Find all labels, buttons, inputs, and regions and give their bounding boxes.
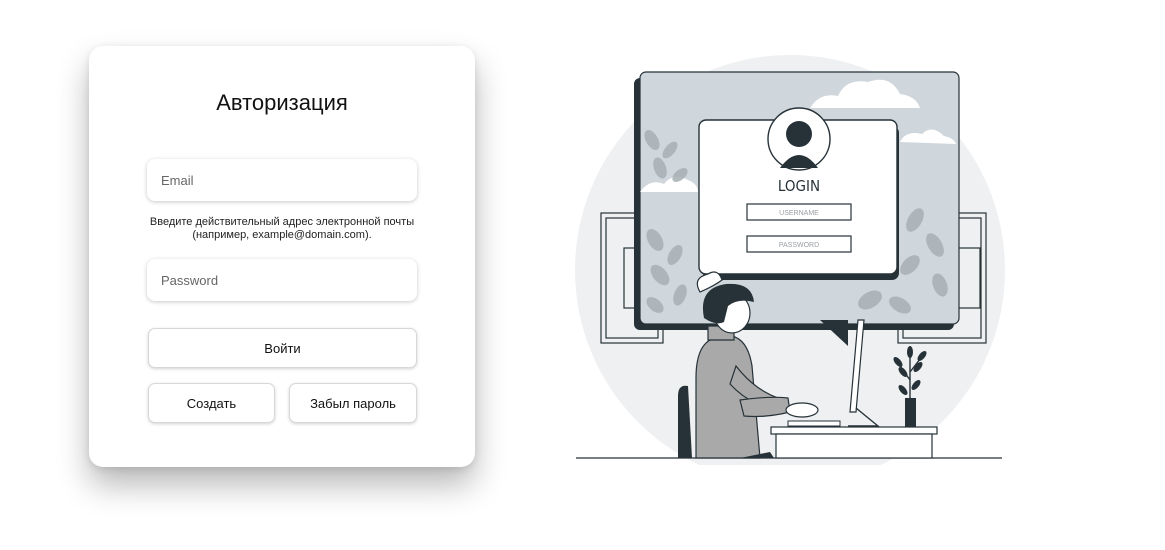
avatar-icon	[767, 107, 831, 171]
forgot-password-button[interactable]: Забыл пароль	[289, 383, 417, 423]
create-account-button[interactable]: Создать	[148, 383, 275, 423]
login-illustration: LOGIN USERNAME PASSWORD	[575, 55, 1005, 465]
auth-card: Авторизация Введите действительный адрес…	[89, 46, 475, 467]
illustration-password-label: PASSWORD	[779, 242, 819, 249]
page-title: Авторизация	[216, 90, 348, 115]
email-hint: Введите действительный адрес электронной…	[149, 216, 415, 241]
illustration-username-label: USERNAME	[779, 210, 819, 217]
illustration-login-heading: LOGIN	[778, 177, 820, 195]
password-field[interactable]	[147, 259, 417, 301]
email-field[interactable]	[147, 159, 417, 201]
desk	[770, 426, 938, 459]
login-button[interactable]: Войти	[148, 328, 417, 368]
